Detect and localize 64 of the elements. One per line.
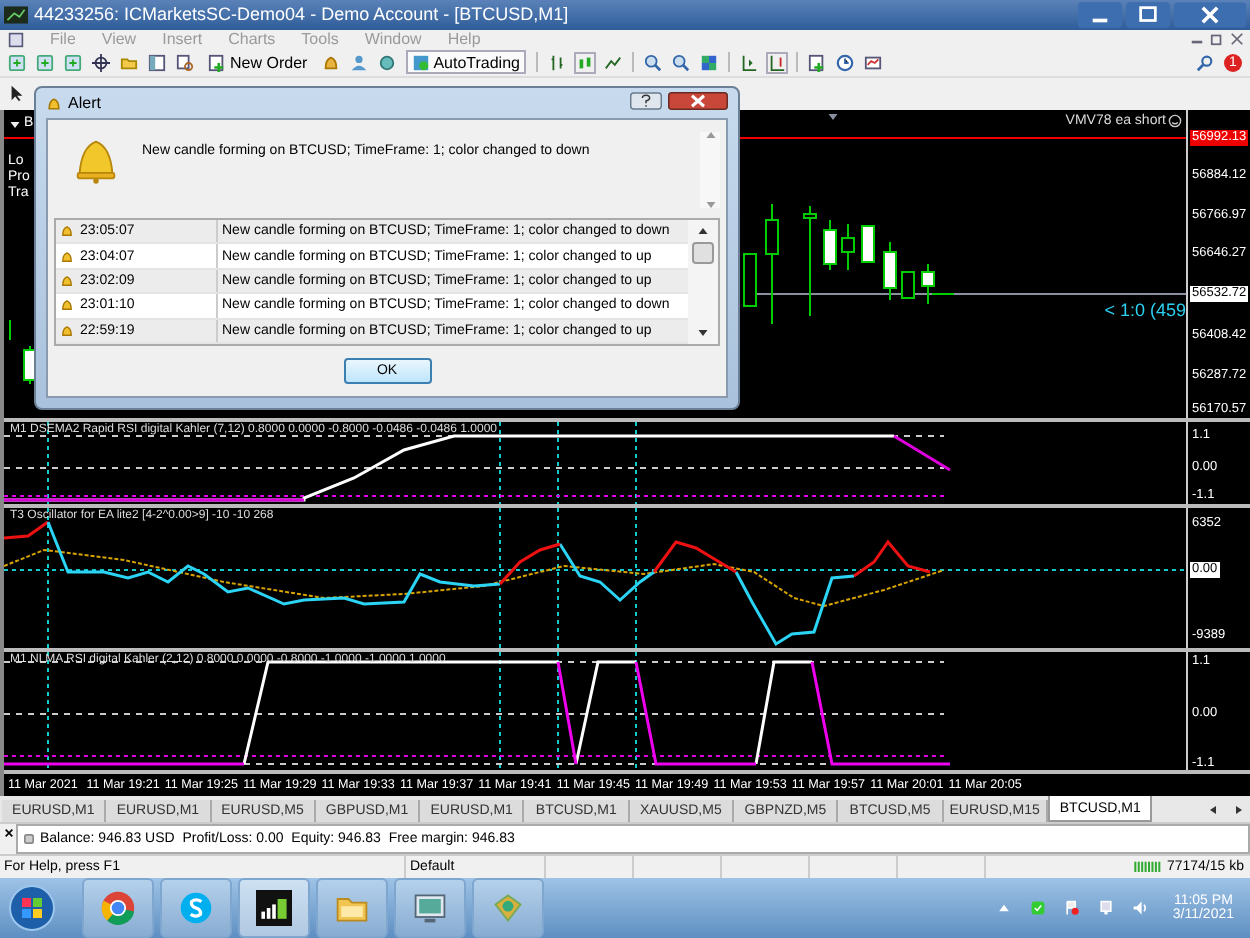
show-hidden-icon[interactable] [996, 900, 1013, 916]
monitor-icon [412, 890, 448, 926]
autoscroll-icon[interactable] [767, 53, 786, 72]
cursor-icon[interactable] [8, 84, 26, 103]
bell-icon[interactable] [321, 53, 340, 72]
globe-icon[interactable] [377, 53, 396, 72]
balance-icon [24, 834, 34, 845]
document-plus-icon [208, 53, 226, 72]
scroll-left-icon[interactable] [1208, 804, 1220, 817]
autotrading-button[interactable]: AutoTrading [405, 50, 526, 75]
scroll-down-icon[interactable] [698, 330, 708, 336]
taskbar-button[interactable] [238, 878, 310, 938]
crosshair-icon[interactable] [92, 53, 110, 72]
scroll-right-icon[interactable] [1232, 804, 1244, 817]
flag-icon[interactable] [1064, 900, 1081, 916]
clock-icon[interactable] [835, 53, 854, 72]
candle [901, 271, 915, 300]
candle [765, 203, 779, 326]
scrollbar-thumb[interactable] [692, 242, 714, 264]
speaker-icon[interactable] [1132, 900, 1149, 916]
chart-tab-icon [10, 122, 20, 129]
candle [883, 241, 897, 302]
magnifier-icon[interactable] [176, 53, 194, 72]
window-icon[interactable] [148, 53, 166, 72]
start-button-icon[interactable] [8, 884, 56, 932]
candle [743, 253, 757, 308]
scroll-up-icon[interactable] [698, 228, 708, 234]
bell-icon [74, 136, 118, 184]
smiley-icon [1168, 114, 1182, 129]
template-icon[interactable] [863, 53, 882, 72]
bell-icon [46, 95, 62, 111]
add-indicator-icon[interactable] [807, 53, 826, 72]
close-icon[interactable] [3, 828, 13, 839]
bar-chart-icon [256, 890, 292, 926]
restore-icon[interactable] [1210, 32, 1224, 47]
bar-chart-icon[interactable] [547, 53, 566, 72]
new-order-button[interactable]: New Order [204, 50, 312, 75]
folder-icon[interactable] [120, 53, 138, 72]
connection-bars-icon [1134, 860, 1163, 873]
app-icon [4, 5, 28, 24]
network-icon[interactable] [1098, 900, 1115, 916]
browser-icon [100, 890, 136, 926]
candlestick-icon[interactable] [575, 53, 594, 72]
shield-icon[interactable] [1030, 900, 1047, 916]
maximize-icon[interactable] [1126, 1, 1170, 28]
zoom-in-icon[interactable] [643, 53, 662, 72]
chart-shift-icon[interactable] [739, 53, 758, 72]
dialog-title: Alert [68, 94, 101, 112]
candle [861, 225, 875, 264]
trade-note: < 1:0 (459 [1104, 300, 1186, 321]
tile-windows-icon[interactable] [699, 53, 718, 72]
zoom-out-icon[interactable] [671, 53, 690, 72]
search-icon[interactable] [1196, 53, 1214, 72]
window-title: 44233256: ICMarketsSC-Demo04 - Demo Account - [BTCUSD,M1] [34, 4, 569, 25]
line-chart-icon[interactable] [603, 53, 622, 72]
add-chart-icon[interactable] [8, 53, 26, 72]
candle [841, 223, 855, 272]
people-icon[interactable] [349, 53, 368, 72]
close-icon[interactable] [668, 89, 728, 111]
candle [803, 205, 817, 318]
minimize-icon[interactable] [1078, 1, 1122, 28]
chat-app-icon [178, 890, 214, 926]
candle [823, 219, 837, 272]
help-icon[interactable] [630, 89, 662, 111]
